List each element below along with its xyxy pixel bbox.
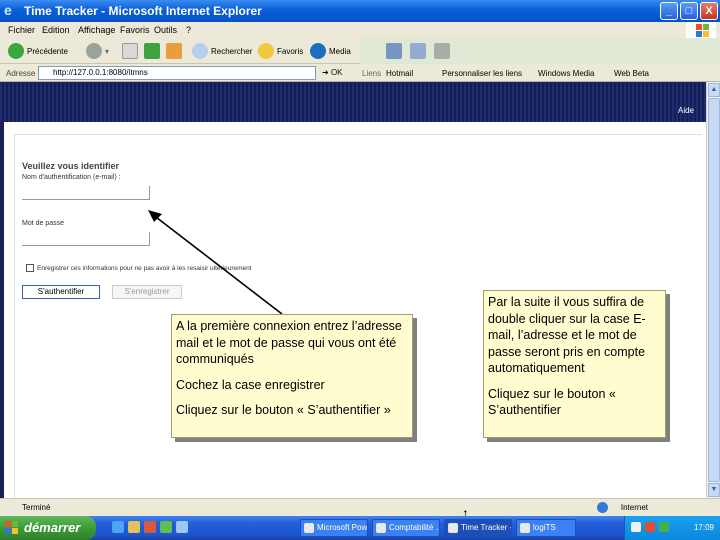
toolbar: Précédente ▾ Rechercher Favoris Media bbox=[0, 38, 720, 64]
task-time-tracker[interactable]: Time Tracker - ... bbox=[444, 519, 512, 537]
menu-bar: Fichier Edition Affichage Favoris Outils… bbox=[0, 22, 720, 38]
password-label: Mot de passe bbox=[22, 220, 65, 227]
taskbar: démarrer Microsoft Pow... Comptabilité .… bbox=[0, 516, 720, 540]
stop-icon bbox=[122, 43, 138, 59]
remember-label: Enregistrer ces informations pour ne pas… bbox=[37, 265, 252, 272]
windows-logo-icon bbox=[686, 22, 716, 38]
window-title: Time Tracker - Microsoft Internet Explor… bbox=[24, 4, 262, 18]
menu-help[interactable]: ? bbox=[186, 25, 191, 35]
back-label: Précédente bbox=[27, 46, 68, 56]
start-label: démarrer bbox=[24, 520, 81, 535]
quick-launch-desktop-icon[interactable] bbox=[160, 521, 172, 533]
history-button[interactable] bbox=[386, 42, 405, 60]
refresh-button[interactable] bbox=[144, 42, 163, 60]
quick-launch-ie-icon[interactable] bbox=[112, 521, 124, 533]
window-titlebar: e Time Tracker - Microsoft Internet Expl… bbox=[0, 0, 720, 22]
authenticate-button[interactable]: S'authentifier bbox=[22, 285, 100, 299]
back-arrow-icon bbox=[8, 43, 24, 59]
callout-left-para1: A la première connexion entrez l’adresse… bbox=[176, 319, 402, 366]
callout-next-logins: Par la suite il vous suffira de double c… bbox=[483, 290, 666, 438]
back-button[interactable]: Précédente bbox=[8, 42, 68, 60]
status-text: Terminé bbox=[22, 503, 51, 512]
favorites-label: Favoris bbox=[277, 46, 304, 56]
link-windows-media[interactable]: Windows Media bbox=[538, 69, 594, 78]
vertical-scrollbar[interactable]: ▲ ▼ bbox=[706, 82, 720, 498]
internet-zone-icon bbox=[597, 502, 608, 513]
scroll-thumb[interactable] bbox=[708, 98, 720, 482]
tray-network-icon[interactable] bbox=[631, 522, 641, 532]
search-label: Rechercher bbox=[211, 46, 253, 56]
go-label: OK bbox=[330, 68, 343, 77]
status-zone: Internet bbox=[620, 503, 648, 512]
print-icon bbox=[434, 43, 450, 59]
quick-launch-folder-icon[interactable] bbox=[128, 521, 140, 533]
home-icon bbox=[166, 43, 182, 59]
search-button[interactable]: Rechercher bbox=[192, 42, 252, 60]
history-icon bbox=[386, 43, 402, 59]
quick-launch-media-icon[interactable] bbox=[176, 521, 188, 533]
menu-affichage[interactable]: Affichage bbox=[78, 25, 115, 35]
callout-left-para2: Cochez la case enregistrer bbox=[176, 377, 325, 392]
forward-button[interactable]: ▾ bbox=[86, 42, 109, 60]
task-comptabilite[interactable]: Comptabilité ... bbox=[372, 519, 440, 537]
close-button[interactable]: X bbox=[700, 2, 718, 20]
link-hotmail[interactable]: Hotmail bbox=[386, 69, 413, 78]
star-icon bbox=[258, 43, 274, 59]
email-field[interactable] bbox=[22, 186, 150, 200]
remember-checkbox[interactable] bbox=[26, 264, 34, 272]
callout-left-para3: Cliquez sur le bouton « S’authentifier » bbox=[176, 403, 391, 417]
stop-button[interactable] bbox=[122, 42, 141, 60]
maximize-button[interactable]: □ bbox=[680, 2, 698, 20]
register-button[interactable]: S'enregistrer bbox=[112, 285, 182, 299]
go-button[interactable]: ➜ OK bbox=[322, 68, 343, 77]
media-icon bbox=[310, 43, 326, 59]
forward-arrow-icon bbox=[86, 43, 102, 59]
internet-explorer-icon: e bbox=[4, 2, 12, 18]
refresh-icon bbox=[144, 43, 160, 59]
media-button[interactable]: Media bbox=[310, 42, 351, 60]
scroll-up-button[interactable]: ▲ bbox=[708, 83, 720, 97]
tray-antivirus-icon[interactable] bbox=[645, 522, 655, 532]
menu-edition[interactable]: Edition bbox=[42, 25, 70, 35]
address-label: Adresse bbox=[6, 69, 36, 78]
password-field[interactable] bbox=[22, 232, 150, 246]
site-header: Aide bbox=[0, 82, 706, 122]
promo-banner bbox=[360, 38, 720, 64]
status-bar: Terminé ↕ Internet bbox=[0, 498, 720, 521]
callout-right-para2: Cliquez sur le bouton « S’authentifier bbox=[488, 386, 616, 418]
address-bar: Adresse http://127.0.0.1:8080/itmns ➜ OK… bbox=[0, 64, 720, 82]
link-web-beta[interactable]: Web Beta bbox=[614, 69, 649, 78]
search-icon bbox=[192, 43, 208, 59]
clock: 17:09 bbox=[693, 523, 714, 532]
print-button[interactable] bbox=[434, 42, 453, 60]
home-button[interactable] bbox=[166, 42, 185, 60]
media-label: Media bbox=[329, 46, 351, 56]
address-input[interactable]: http://127.0.0.1:8080/itmns bbox=[38, 66, 316, 80]
task-powerpoint[interactable]: Microsoft Pow... bbox=[300, 519, 368, 537]
login-heading: Veuillez vous identifier bbox=[22, 161, 120, 171]
tray-messenger-icon[interactable] bbox=[659, 522, 669, 532]
start-button[interactable]: démarrer bbox=[0, 516, 96, 540]
help-link[interactable]: Aide bbox=[678, 106, 694, 115]
mail-icon bbox=[410, 43, 426, 59]
windows-flag-icon bbox=[5, 521, 19, 535]
callout-first-login: A la première connexion entrez l’adresse… bbox=[171, 314, 413, 438]
mail-button[interactable] bbox=[410, 42, 429, 60]
menu-outils[interactable]: Outils bbox=[154, 25, 177, 35]
favorites-button[interactable]: Favoris bbox=[258, 42, 303, 60]
minimize-button[interactable]: _ bbox=[660, 2, 678, 20]
quick-launch-app-icon[interactable] bbox=[144, 521, 156, 533]
menu-favoris[interactable]: Favoris bbox=[120, 25, 150, 35]
task-logits[interactable]: logiTS bbox=[516, 519, 576, 537]
login-label: Nom d'authentification (e-mail) : bbox=[22, 174, 121, 181]
menu-fichier[interactable]: Fichier bbox=[8, 25, 35, 35]
link-personnaliser[interactable]: Personnaliser les liens bbox=[442, 69, 522, 78]
links-label: Liens bbox=[362, 69, 382, 78]
system-tray: 17:09 bbox=[624, 516, 720, 540]
callout-right-para1: Par la suite il vous suffira de double c… bbox=[488, 295, 646, 375]
scroll-down-button[interactable]: ▼ bbox=[708, 483, 720, 497]
